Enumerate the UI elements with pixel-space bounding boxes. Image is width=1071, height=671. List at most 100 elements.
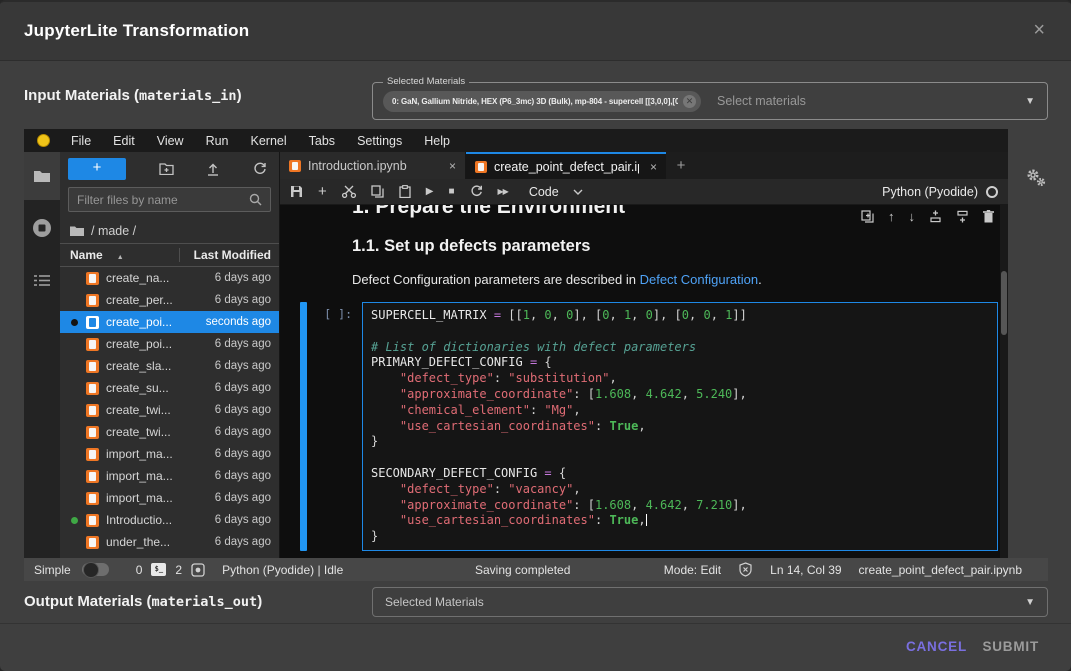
kernel-indicator[interactable]: Python (Pyodide)	[882, 185, 998, 199]
code-line: # List of dictionaries with defect param…	[371, 340, 989, 356]
stop-icon[interactable]: ■	[448, 186, 454, 197]
menu-item-tabs[interactable]: Tabs	[298, 134, 346, 148]
output-select-label: Selected Materials	[385, 595, 484, 609]
notebook-content[interactable]: 1. Prepare the Environment 1.1. Set up d…	[280, 205, 1008, 558]
insert-cell-below-icon[interactable]	[956, 210, 969, 223]
close-tab-icon[interactable]: ×	[650, 160, 657, 174]
duplicate-cell-icon[interactable]	[861, 210, 874, 223]
simple-mode-toggle[interactable]	[82, 563, 109, 576]
cursor-position[interactable]: Ln 14, Col 39	[770, 563, 841, 577]
cell-type-select[interactable]: Code	[529, 185, 583, 199]
close-icon[interactable]: ×	[1033, 20, 1045, 40]
file-row[interactable]: Introductio...6 days ago	[60, 509, 279, 531]
submit-button[interactable]: SUBMIT	[982, 639, 1039, 654]
file-row[interactable]: import_ma...6 days ago	[60, 443, 279, 465]
cut-icon[interactable]	[342, 185, 356, 198]
delete-cell-icon[interactable]	[983, 210, 994, 223]
column-name[interactable]: Name▲	[60, 248, 179, 262]
filter-files-input[interactable]: Filter files by name	[68, 187, 271, 212]
menu-item-settings[interactable]: Settings	[346, 134, 413, 148]
file-row[interactable]: create_su...6 days ago	[60, 377, 279, 399]
file-modified: 6 days ago	[185, 448, 279, 460]
menu-item-run[interactable]: Run	[195, 134, 240, 148]
code-line: SECONDARY_DEFECT_CONFIG = {	[371, 466, 989, 482]
chevron-down-icon[interactable]: ▼	[1025, 96, 1035, 107]
file-browser-toolbar: +	[60, 152, 279, 185]
table-of-contents-tab[interactable]	[24, 256, 60, 304]
material-chip-label: 0: GaN, Gallium Nitride, HEX (P6_3mc) 3D…	[392, 97, 678, 106]
menu-item-file[interactable]: File	[60, 134, 102, 148]
column-last-modified[interactable]: Last Modified	[179, 248, 279, 262]
breadcrumb[interactable]: / made /	[60, 218, 279, 243]
file-name: create_twi...	[106, 425, 185, 439]
close-tab-icon[interactable]: ×	[449, 159, 456, 173]
mode-indicator[interactable]: Mode: Edit	[664, 563, 721, 577]
menu-item-kernel[interactable]: Kernel	[240, 134, 298, 148]
kernels-count[interactable]: 2	[175, 563, 182, 577]
move-cell-down-icon[interactable]: ↓	[909, 209, 916, 224]
chip-remove-icon[interactable]: ✕	[683, 95, 696, 108]
menu-item-view[interactable]: View	[146, 134, 195, 148]
copy-icon[interactable]	[371, 185, 384, 198]
code-line: "chemical_element": "Mg",	[371, 403, 989, 419]
chevron-down-icon	[573, 189, 583, 195]
file-row[interactable]: create_twi...6 days ago	[60, 421, 279, 443]
file-name: create_su...	[106, 381, 185, 395]
add-tab-button[interactable]: +	[666, 152, 696, 179]
notebook-panel: Introduction.ipynb × create_point_defect…	[280, 152, 1008, 558]
save-icon[interactable]	[290, 185, 303, 198]
settings-gears-icon[interactable]	[1018, 160, 1052, 194]
file-row[interactable]: create_twi...6 days ago	[60, 399, 279, 421]
output-materials-select[interactable]: Selected Materials ▼	[372, 587, 1048, 617]
selected-materials-input[interactable]: Selected Materials 0: GaN, Gallium Nitri…	[372, 82, 1048, 120]
running-sessions-tab[interactable]	[24, 200, 60, 256]
menu-item-edit[interactable]: Edit	[102, 134, 146, 148]
run-icon[interactable]: ▶	[426, 186, 434, 197]
file-row[interactable]: import_ma...6 days ago	[60, 487, 279, 509]
code-line: "use_cartesian_coordinates": True,	[371, 419, 989, 435]
file-row[interactable]: create_sla...6 days ago	[60, 355, 279, 377]
new-launcher-button[interactable]: +	[68, 158, 126, 180]
tab-introduction[interactable]: Introduction.ipynb ×	[280, 152, 466, 179]
run-all-icon[interactable]: ▶▶	[498, 187, 508, 196]
file-row[interactable]: under_the...6 days ago	[60, 531, 279, 553]
sort-asc-icon: ▲	[117, 254, 124, 261]
input-materials-label: Input Materials (materials_in)	[24, 87, 242, 104]
file-row[interactable]: create_na...6 days ago	[60, 267, 279, 289]
file-name: create_per...	[106, 293, 185, 307]
refresh-icon[interactable]	[253, 162, 267, 176]
terminals-count[interactable]: 0	[136, 563, 143, 577]
saving-status: Saving completed	[475, 563, 570, 577]
cell-collapser[interactable]	[300, 302, 307, 551]
new-folder-icon[interactable]	[159, 162, 174, 175]
upload-icon[interactable]	[206, 162, 220, 176]
code-editor[interactable]: SUPERCELL_MATRIX = [[1, 0, 0], [0, 1, 0]…	[362, 302, 998, 551]
scrollbar-thumb[interactable]	[1001, 271, 1007, 335]
notebook-heading-2: 1.1. Set up defects parameters	[352, 237, 590, 256]
move-cell-up-icon[interactable]: ↑	[888, 209, 895, 224]
file-row[interactable]: create_poi...seconds ago	[60, 311, 279, 333]
menu-item-help[interactable]: Help	[413, 134, 461, 148]
kernel-status-text[interactable]: Python (Pyodide) | Idle	[222, 563, 343, 577]
notebook-icon	[86, 294, 99, 307]
cancel-button[interactable]: CANCEL	[906, 639, 967, 654]
add-cell-icon[interactable]: +	[318, 183, 327, 200]
tab-create-point-defect-pair[interactable]: create_point_defect_pair.ip ×	[466, 152, 666, 179]
file-modified: 6 days ago	[185, 492, 279, 504]
file-list-header: Name▲ Last Modified	[60, 243, 279, 267]
file-row[interactable]: import_ma...6 days ago	[60, 465, 279, 487]
app-logo-icon	[37, 134, 50, 147]
material-chip[interactable]: 0: GaN, Gallium Nitride, HEX (P6_3mc) 3D…	[383, 91, 701, 112]
shield-x-icon[interactable]	[738, 562, 753, 577]
paste-icon[interactable]	[399, 185, 411, 198]
notebook-icon	[475, 161, 487, 173]
file-browser-tab[interactable]	[24, 152, 60, 200]
file-name: create_twi...	[106, 403, 185, 417]
notebook-icon	[86, 382, 99, 395]
insert-cell-above-icon[interactable]	[929, 210, 942, 223]
restart-kernel-icon[interactable]	[470, 185, 483, 198]
file-row[interactable]: create_per...6 days ago	[60, 289, 279, 311]
defect-configuration-link[interactable]: Defect Configuration	[640, 272, 759, 287]
file-row[interactable]: create_poi...6 days ago	[60, 333, 279, 355]
code-line	[371, 450, 989, 466]
